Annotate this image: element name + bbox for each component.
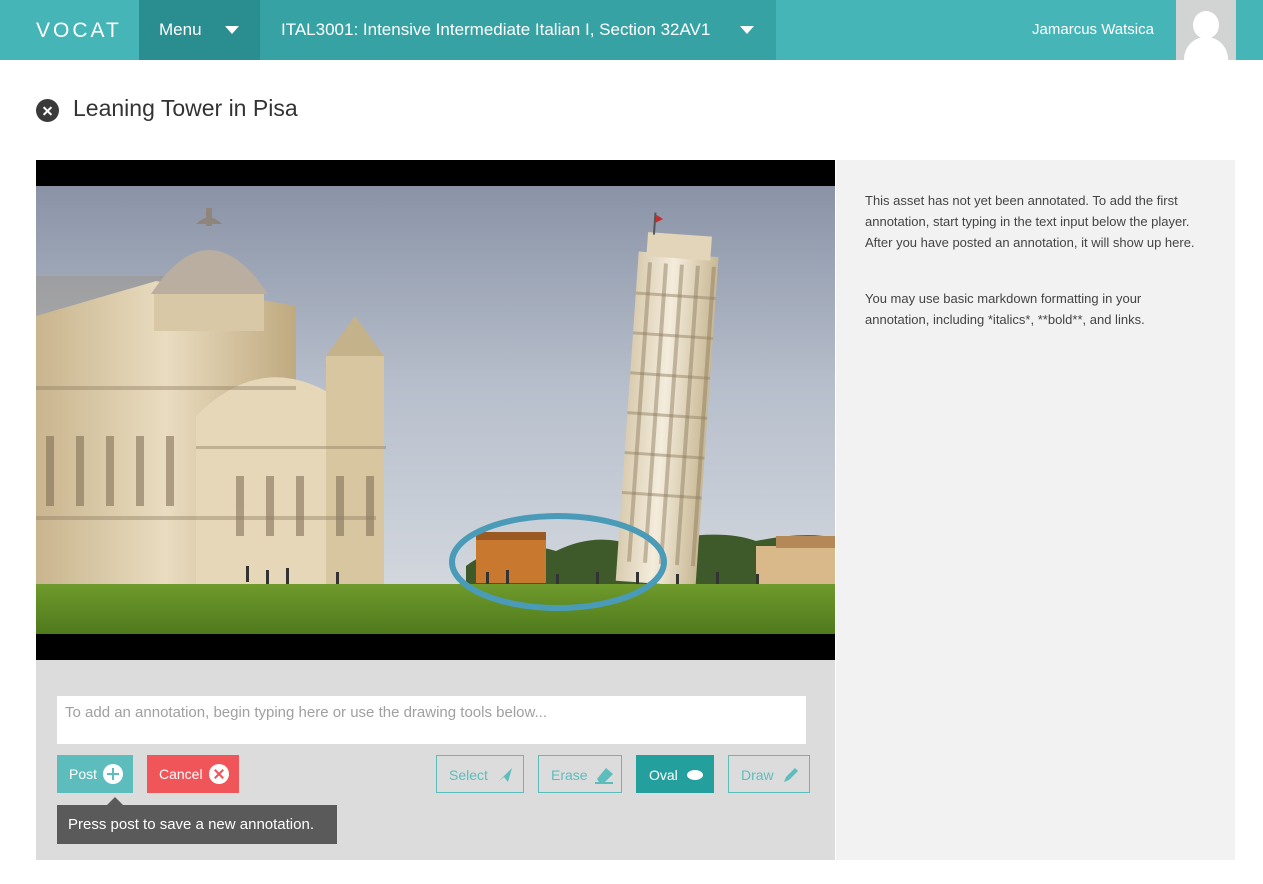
cancel-button[interactable]: Cancel [147,755,239,793]
pisa-photo-illustration [36,186,835,634]
chevron-down-icon [740,26,754,34]
erase-tool-button[interactable]: Erase [538,755,622,793]
post-label: Post [69,766,98,782]
avatar-head-shape [1193,11,1219,39]
annotation-input[interactable] [57,696,806,744]
tooltip-arrow [107,797,123,805]
draw-label: Draw [741,767,774,783]
post-tooltip: Press post to save a new annotation. [57,797,337,844]
oval-label: Oval [649,767,678,783]
close-icon[interactable] [36,99,59,122]
pencil-icon [784,768,798,782]
plus-icon [103,764,123,784]
pointer-icon [498,768,512,782]
avatar-body-shape [1184,37,1228,60]
eraser-icon [595,768,613,784]
post-button[interactable]: Post [57,755,133,793]
select-label: Select [449,767,488,783]
empty-annotations-message: This asset has not yet been annotated. T… [865,193,1195,250]
menu-label: Menu [159,20,202,39]
page-title: Leaning Tower in Pisa [73,95,298,121]
annotator-panel: Post Cancel Select Erase Oval Draw Press… [36,660,835,860]
annotations-sidebar: This asset has not yet been annotated. T… [836,160,1235,860]
avatar[interactable] [1176,0,1236,60]
oval-tool-button[interactable]: Oval [636,755,714,793]
draw-tool-button[interactable]: Draw [728,755,810,793]
course-label: ITAL3001: Intensive Intermediate Italian… [281,20,711,39]
menu-dropdown-button[interactable]: Menu [139,0,260,60]
markdown-help-text: You may use basic markdown formatting in… [865,291,1145,327]
course-dropdown-button[interactable]: ITAL3001: Intensive Intermediate Italian… [260,0,776,60]
asset-image [36,186,835,634]
vocat-logo[interactable]: VOCAT [36,19,122,42]
oval-icon [687,770,703,780]
user-name[interactable]: Jamarcus Watsica [1032,21,1154,38]
tooltip-text: Press post to save a new annotation. [68,816,314,833]
select-tool-button[interactable]: Select [436,755,524,793]
cancel-label: Cancel [159,766,203,782]
media-player[interactable] [36,160,835,660]
top-navigation-bar: VOCAT Menu ITAL3001: Intensive Intermedi… [0,0,1263,60]
chevron-down-icon [225,26,239,34]
erase-label: Erase [551,767,588,783]
close-icon [209,764,229,784]
